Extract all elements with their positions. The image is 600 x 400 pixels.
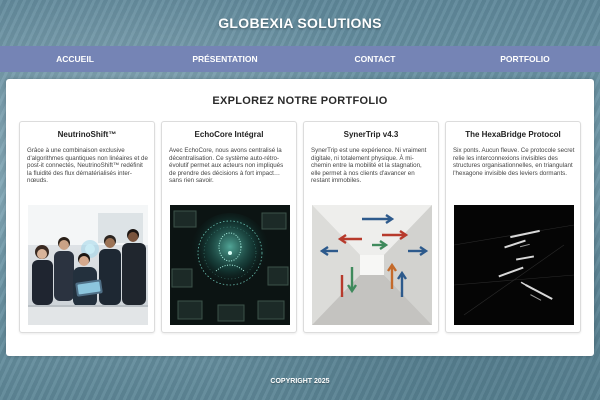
portfolio-card-neutrinoshift[interactable]: NeutrinoShift™ Grâce à une combinaison e… xyxy=(19,121,155,333)
card-description: Grâce à une combinaison exclusive d'algo… xyxy=(27,147,148,185)
card-image-corridor-arrows[interactable] xyxy=(312,205,432,325)
card-title: EchoCore Intégral xyxy=(194,130,264,139)
site-header: GLOBEXIA SOLUTIONS xyxy=(0,0,600,46)
main-navbar: ACCUEIL PRÉSENTATION CONTACT PORTFOLIO xyxy=(0,46,600,72)
portfolio-panel: EXPLOREZ NOTRE PORTFOLIO NeutrinoShift™ … xyxy=(6,79,594,356)
card-image-dark-bridges[interactable] xyxy=(454,205,574,325)
portfolio-heading: EXPLOREZ NOTRE PORTFOLIO xyxy=(212,95,388,107)
nav-item-contact[interactable]: CONTACT xyxy=(300,54,450,64)
card-description: Six ponts. Aucun fleuve. Ce protocole se… xyxy=(453,147,575,177)
card-title: The HexaBridge Protocol xyxy=(465,130,561,139)
copyright-text: COPYRIGHT 2025 xyxy=(270,377,330,385)
card-description: SynerTrip est une expérience. Ni vraimen… xyxy=(311,147,427,185)
nav-item-accueil[interactable]: ACCUEIL xyxy=(0,54,150,64)
site-title: GLOBEXIA SOLUTIONS xyxy=(218,15,382,31)
card-description: Avec EchoCore, nous avons centralisé la … xyxy=(169,147,284,185)
nav-item-portfolio[interactable]: PORTFOLIO xyxy=(450,54,600,64)
card-title: SynerTrip v4.3 xyxy=(343,130,399,139)
card-title: NeutrinoShift™ xyxy=(57,130,117,139)
portfolio-card-hexabridge[interactable]: The HexaBridge Protocol Six ponts. Aucun… xyxy=(445,121,581,333)
card-image-digital-head-sphere[interactable] xyxy=(170,205,290,325)
portfolio-card-synertrip[interactable]: SynerTrip v4.3 SynerTrip est une expérie… xyxy=(303,121,439,333)
site-footer: COPYRIGHT 2025 xyxy=(0,362,600,400)
nav-item-presentation[interactable]: PRÉSENTATION xyxy=(150,54,300,64)
portfolio-card-echocore[interactable]: EchoCore Intégral Avec EchoCore, nous av… xyxy=(161,121,297,333)
card-image-business-team[interactable] xyxy=(28,205,148,325)
